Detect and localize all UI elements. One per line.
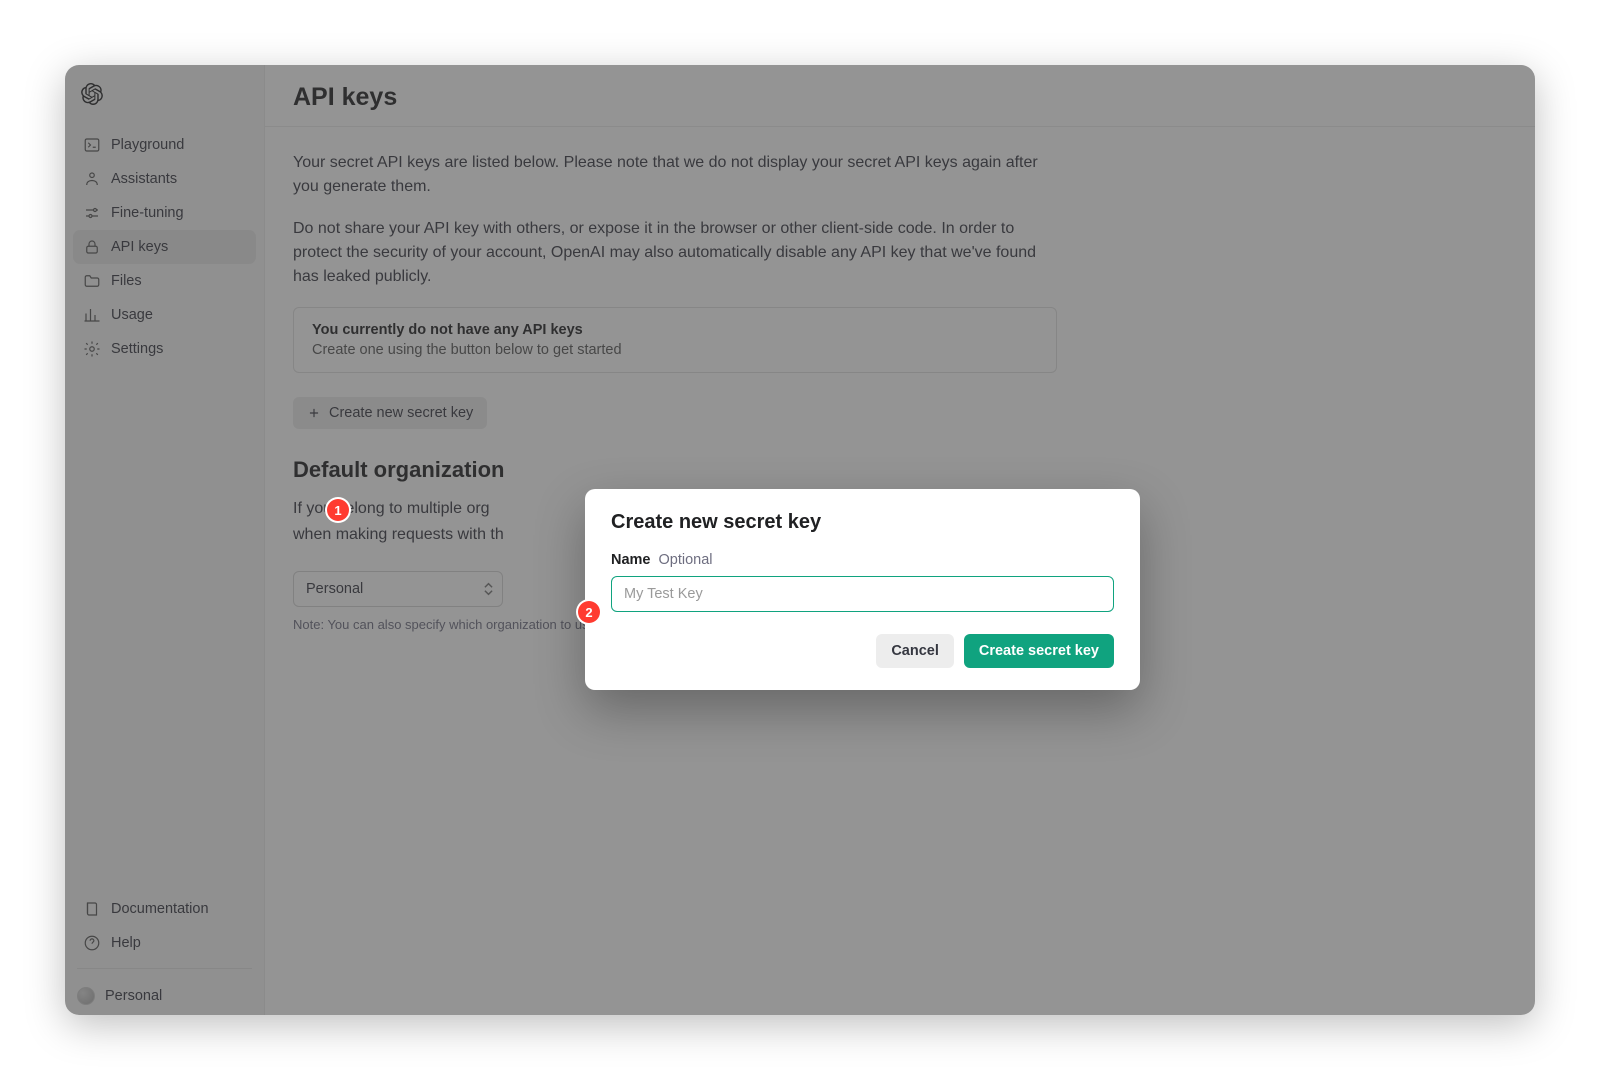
cancel-button[interactable]: Cancel — [876, 634, 954, 668]
name-label: Name — [611, 552, 651, 568]
key-name-input[interactable] — [611, 576, 1114, 612]
modal-actions: Cancel Create secret key — [611, 634, 1114, 668]
annotation-badge-1: 1 — [327, 499, 349, 521]
modal-title: Create new secret key — [611, 511, 1114, 534]
app-window: Playground Assistants Fine-tuning API ke… — [65, 65, 1535, 1015]
annotation-badge-2: 2 — [578, 601, 600, 623]
create-secret-key-button[interactable]: Create secret key — [964, 634, 1114, 668]
name-field-row: Name Optional — [611, 552, 1114, 568]
create-key-modal: Create new secret key Name Optional Canc… — [585, 489, 1140, 690]
name-hint: Optional — [659, 552, 713, 568]
